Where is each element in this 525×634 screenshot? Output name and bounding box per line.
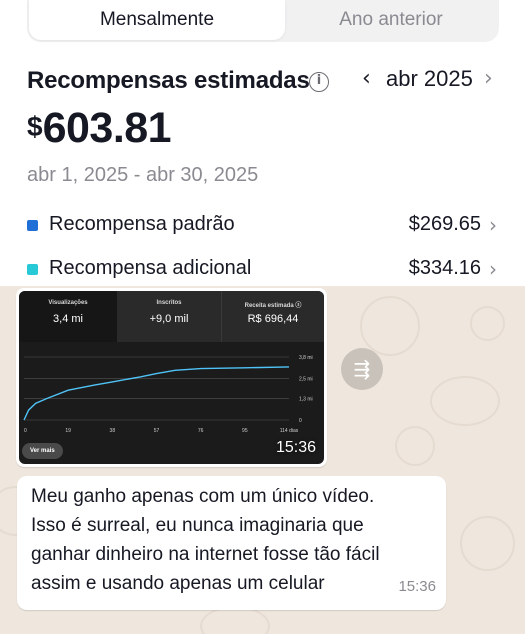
wallpaper-doodle — [470, 306, 505, 341]
stat-value: R$ 696,44 — [247, 313, 299, 325]
period-segmented-control: Mensalmente Ano anterior — [27, 0, 499, 42]
stat-revenue: Receita estimada ⓢ R$ 696,44 — [221, 291, 324, 342]
breakdown-label: Recompensa padrão — [49, 213, 235, 235]
standard-legend-swatch — [27, 220, 38, 231]
x-tick-label: 95 — [242, 428, 248, 434]
stat-label: Visualizações — [48, 300, 88, 306]
x-tick-label: 19 — [65, 428, 71, 434]
month-selector[interactable]: abr 2025 — [386, 66, 473, 92]
breakdown-label: Recompensa adicional — [49, 257, 252, 279]
wallpaper-doodle — [200, 606, 270, 634]
x-tick-label: 0 — [24, 428, 27, 434]
tab-previous-year[interactable]: Ano anterior — [285, 0, 497, 40]
message-timestamp: 15:36 — [275, 439, 316, 456]
y-tick-label: 3,8 mi — [299, 355, 313, 361]
chevron-right-icon: › — [489, 213, 497, 237]
stat-value: 3,4 mi — [53, 313, 83, 325]
x-tick-label: 114 dias — [280, 428, 299, 434]
views-series-line — [23, 366, 290, 421]
page-title: Recompensas estimadas — [27, 67, 310, 94]
message-timestamp: 15:36 — [398, 578, 436, 595]
amount-value: 603.81 — [42, 104, 172, 152]
x-tick-label: 38 — [110, 428, 116, 434]
stat-label: Receita estimada ⓢ — [244, 303, 302, 309]
image-message-bubble[interactable]: Visualizações 3,4 mi Inscritos +9,0 mil … — [16, 288, 327, 467]
rewards-panel: Mensalmente Ano anterior Recompensas est… — [0, 0, 525, 286]
analytics-screenshot-image[interactable]: Visualizações 3,4 mi Inscritos +9,0 mil … — [19, 291, 324, 464]
message-line: Meu ganho apenas com um único vídeo. — [31, 486, 375, 507]
text-message-bubble[interactable]: Meu ganho apenas com um único vídeo. Iss… — [17, 476, 446, 610]
message-line: Isso é surreal, eu nunca imaginaria que — [31, 515, 364, 536]
y-tick-label: 2,5 mi — [299, 377, 313, 383]
see-more-button[interactable]: Ver mais — [22, 443, 63, 459]
y-tick-label: 1,3 mi — [299, 396, 313, 402]
wallpaper-doodle — [360, 296, 420, 356]
breakdown-row-standard[interactable]: Recompensa padrão $269.65 › — [27, 213, 497, 239]
breakdown-row-additional[interactable]: Recompensa adicional $334.16 › — [27, 257, 497, 283]
y-tick-label: 0 — [299, 418, 302, 424]
currency-symbol: $ — [27, 111, 43, 142]
tab-monthly[interactable]: Mensalmente — [29, 0, 285, 40]
info-icon[interactable]: i — [309, 72, 329, 92]
stat-label: Inscritos — [156, 300, 182, 306]
stat-value: +9,0 mil — [149, 313, 189, 325]
message-line: assim e usando apenas um celular — [31, 573, 325, 594]
chevron-right-icon[interactable]: › — [484, 66, 493, 91]
breakdown-value: $334.16 — [408, 257, 481, 279]
x-tick-label: 57 — [154, 428, 160, 434]
total-amount: $603.81 — [27, 104, 172, 153]
chat-background: Visualizações 3,4 mi Inscritos +9,0 mil … — [0, 286, 525, 634]
additional-legend-swatch — [27, 264, 38, 275]
wallpaper-doodle — [460, 516, 515, 571]
stat-views: Visualizações 3,4 mi — [19, 291, 117, 342]
chevron-right-icon: › — [489, 257, 497, 281]
stat-subscribers: Inscritos +9,0 mil — [117, 291, 221, 342]
wallpaper-doodle — [430, 376, 500, 426]
message-line: ganhar dinheiro na internet fosse tão fá… — [31, 544, 380, 565]
chevron-left-icon[interactable]: ‹ — [362, 66, 371, 91]
wallpaper-doodle — [395, 426, 435, 466]
date-range: abr 1, 2025 - abr 30, 2025 — [27, 164, 259, 186]
x-tick-label: 76 — [198, 428, 204, 434]
breakdown-value: $269.65 — [408, 213, 481, 235]
forward-icon[interactable]: ⇶ — [341, 348, 383, 390]
